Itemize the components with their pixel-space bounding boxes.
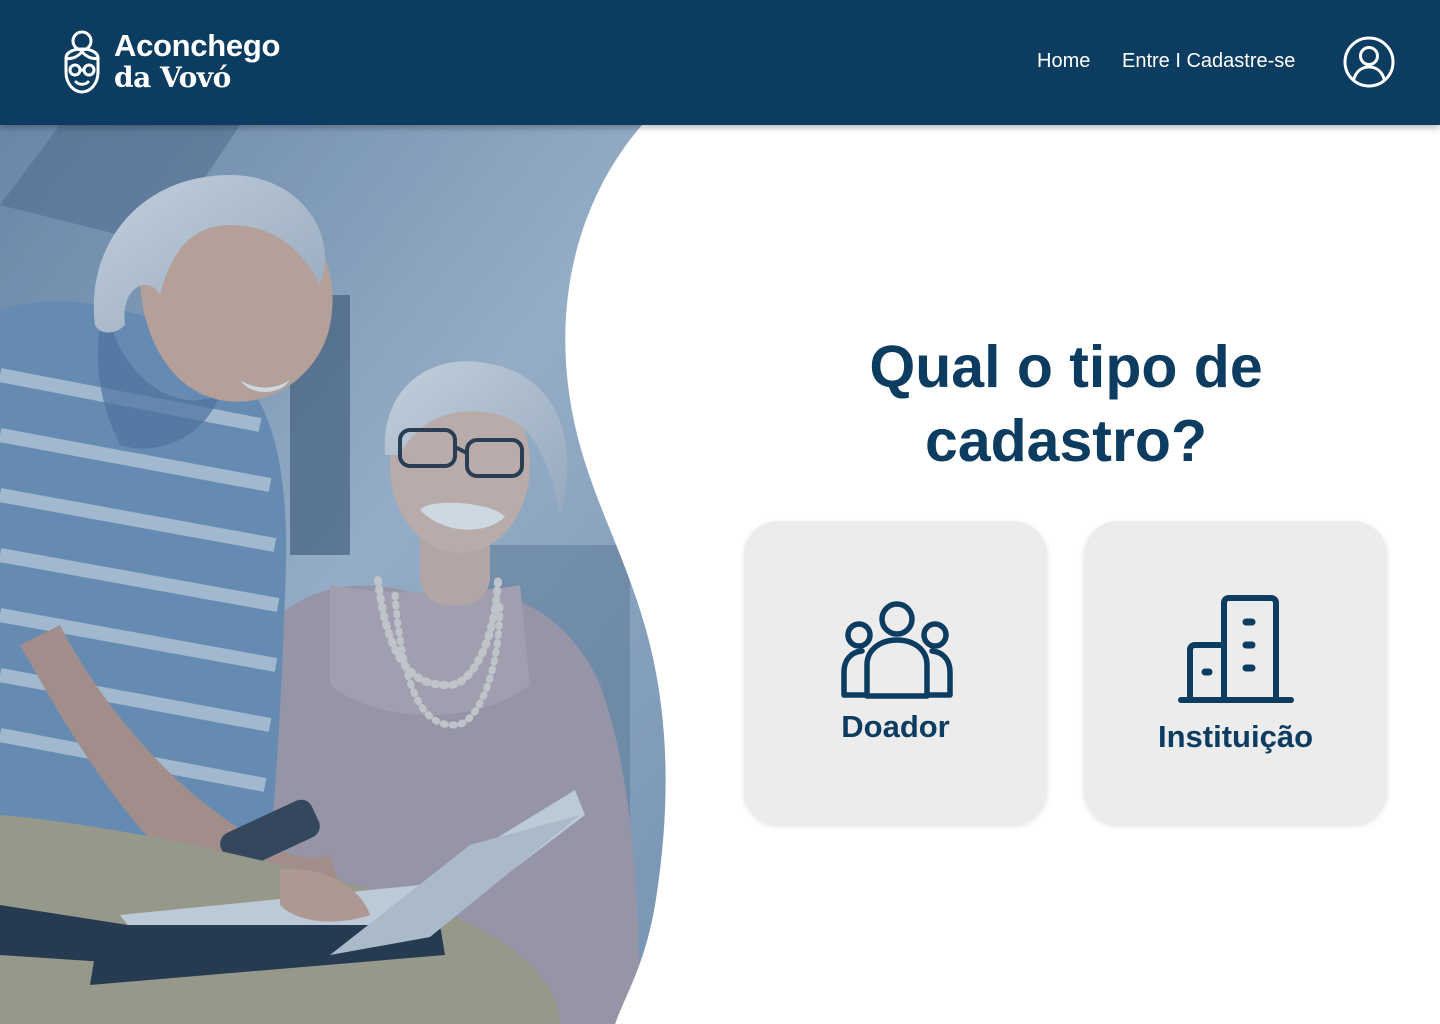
option-label-instituicao: Instituição xyxy=(1157,719,1313,754)
hero-photo-senior-couple xyxy=(0,125,666,1024)
brand-name-line2: da Vovó xyxy=(114,61,231,94)
top-navbar: Aconchego da Vovó Home Entre I Cadastre-… xyxy=(0,0,1440,125)
people-group-icon xyxy=(841,601,953,699)
grandma-face-icon xyxy=(64,30,100,94)
nav-link-home[interactable]: Home xyxy=(1037,50,1090,73)
user-circle-icon[interactable] xyxy=(1343,36,1395,88)
option-card-instituicao[interactable]: Instituição xyxy=(1084,521,1387,824)
brand-name: Aconchego da Vovó xyxy=(114,30,280,94)
page-title: Qual o tipo de cadastro? xyxy=(869,334,1263,474)
option-card-doador[interactable]: Doador xyxy=(744,521,1047,824)
option-label-doador: Doador xyxy=(841,709,950,744)
brand-logo[interactable]: Aconchego da Vovó xyxy=(56,28,280,96)
brand-name-line1: Aconchego xyxy=(114,28,281,63)
building-icon xyxy=(1178,595,1294,703)
nav-link-login-signup[interactable]: Entre I Cadastre-se xyxy=(1122,50,1295,73)
